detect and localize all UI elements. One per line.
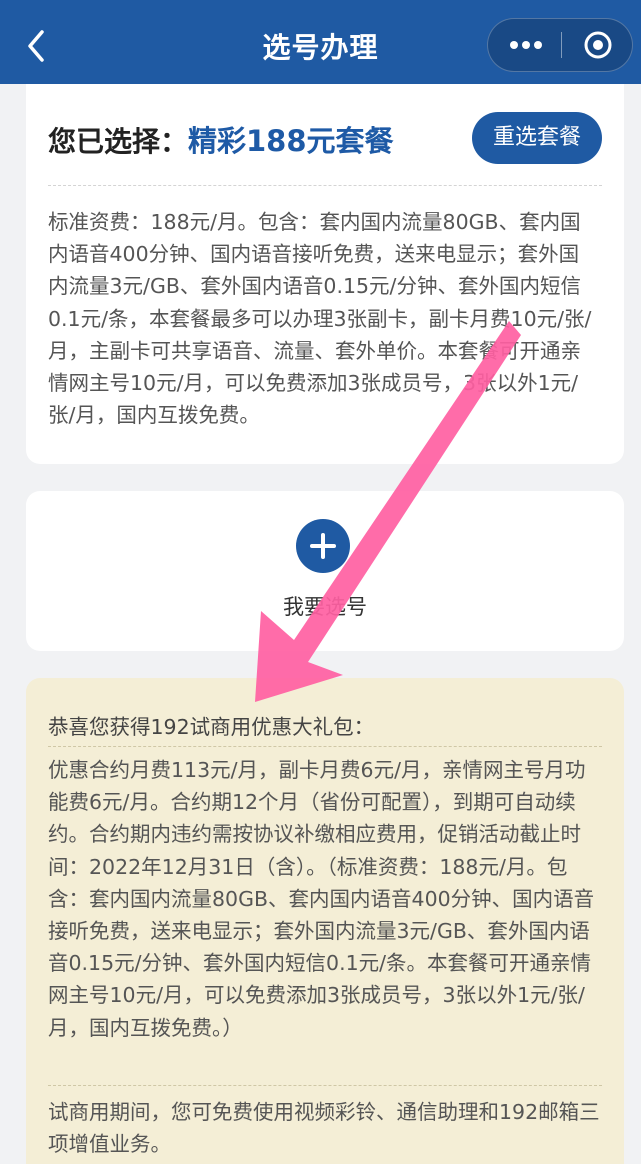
more-button[interactable] xyxy=(488,19,560,71)
selected-plan-card: 您已选择： 精彩188元套餐 重选套餐 标准资费：188元/月。包含：套内国内流… xyxy=(26,84,624,464)
gift-title: 恭喜您获得192试商用优惠大礼包： xyxy=(48,715,375,739)
plan-description: 标准资费：188元/月。包含：套内国内流量80GB、套内国内语音400分钟、国内… xyxy=(48,210,592,428)
pick-number-label[interactable]: 我要选号 xyxy=(26,591,624,621)
reselect-plan-button[interactable]: 重选套餐 xyxy=(472,112,602,164)
card-divider xyxy=(48,185,602,186)
gift-extra-note: 试商用期间，您可免费使用视频彩铃、通信助理和192邮箱三项增值业务。 xyxy=(48,1100,600,1157)
number-picker-card[interactable]: 我要选号 xyxy=(26,491,624,651)
target-circle-icon xyxy=(584,31,612,59)
gift-card: 恭喜您获得192试商用优惠大礼包： 优惠合约月费113元/月，副卡月费6元/月，… xyxy=(26,678,624,1164)
more-dots-icon xyxy=(510,41,542,49)
gift-divider-2 xyxy=(48,1085,602,1086)
plus-icon-vertical xyxy=(321,533,325,559)
gift-divider xyxy=(48,746,602,747)
close-button[interactable] xyxy=(564,19,632,71)
selected-label: 您已选择： xyxy=(48,125,189,158)
app-header: 选号办理 xyxy=(0,0,641,84)
add-number-button[interactable] xyxy=(296,519,350,573)
gift-description: 优惠合约月费113元/月，副卡月费6元/月，亲情网主号月功能费6元/月。合约期1… xyxy=(48,758,595,1040)
capsule-divider xyxy=(561,32,562,58)
mini-program-capsule xyxy=(487,18,633,72)
selected-plan-name: 精彩188元套餐 xyxy=(188,124,394,158)
